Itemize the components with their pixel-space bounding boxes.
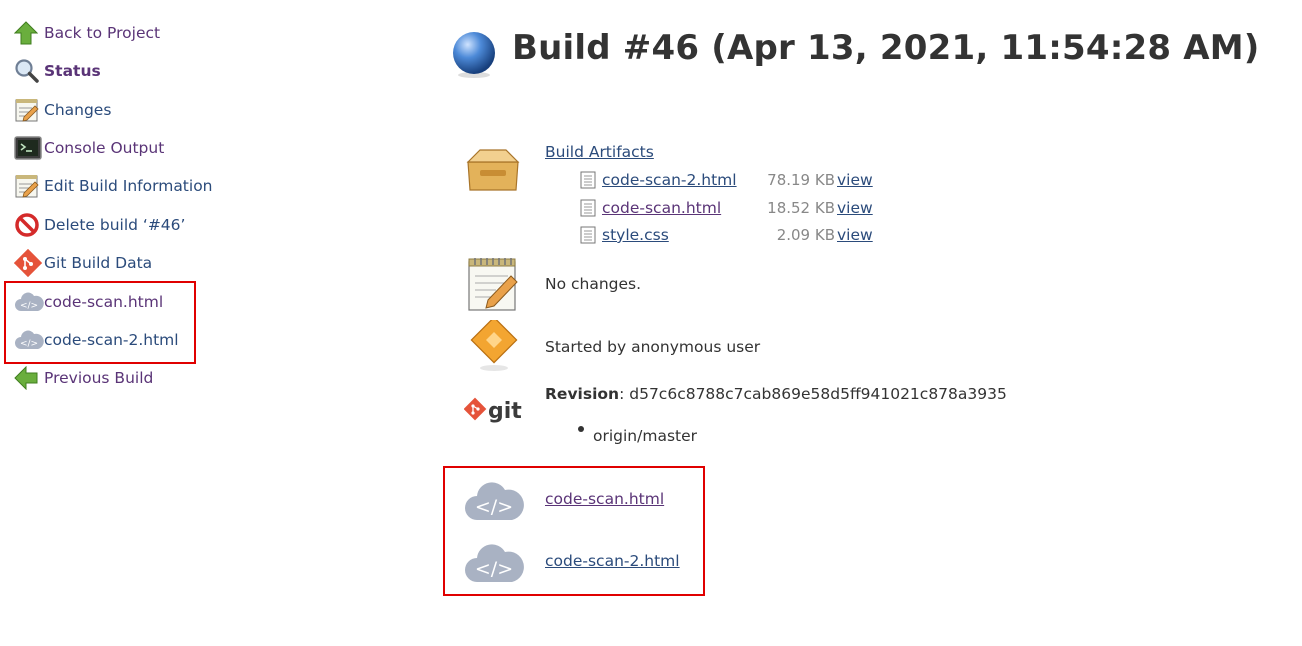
task-label[interactable]: Edit Build Information bbox=[44, 177, 213, 195]
task-console-output[interactable]: Console Output bbox=[14, 133, 164, 163]
cloud-code-icon: </> bbox=[14, 288, 44, 316]
report-code-scan-link[interactable]: code-scan.html bbox=[545, 490, 664, 508]
artifact-row: style.css 2.09 KB view bbox=[580, 223, 873, 247]
no-entry-icon bbox=[14, 211, 44, 239]
file-icon bbox=[580, 199, 596, 217]
artifact-view-link[interactable]: view bbox=[837, 199, 873, 217]
task-label[interactable]: code-scan.html bbox=[44, 293, 163, 311]
task-code-scan-2-report[interactable]: </> code-scan-2.html bbox=[14, 325, 179, 355]
task-changes[interactable]: Changes bbox=[14, 95, 111, 125]
cloud-code-icon: </> bbox=[14, 326, 44, 354]
revision-line: Revision: d57c6c8788c7cab869e58d5ff94102… bbox=[545, 385, 1007, 403]
no-changes-text: No changes. bbox=[545, 275, 642, 293]
artifact-file-link[interactable]: style.css bbox=[602, 226, 669, 244]
bullet bbox=[578, 426, 584, 432]
task-label[interactable]: Back to Project bbox=[44, 24, 160, 42]
page-title: Build #46 (Apr 13, 2021, 11:54:28 AM) bbox=[512, 28, 1260, 68]
task-label[interactable]: Status bbox=[44, 62, 101, 80]
git-logo-icon bbox=[14, 249, 44, 277]
report-code-scan-2-link[interactable]: code-scan-2.html bbox=[545, 552, 680, 570]
svg-text:</>: </> bbox=[475, 496, 513, 518]
notepad-icon bbox=[14, 172, 44, 200]
package-icon bbox=[462, 146, 524, 196]
task-delete-build[interactable]: Delete build ‘#46’ bbox=[14, 210, 185, 240]
task-code-scan-report[interactable]: </> code-scan.html bbox=[14, 287, 163, 317]
artifact-size: 78.19 KB bbox=[767, 171, 835, 189]
artifact-row: code-scan-2.html 78.19 KB view bbox=[580, 168, 873, 192]
artifact-view-link[interactable]: view bbox=[837, 171, 873, 189]
svg-text:</>: </> bbox=[20, 339, 38, 349]
git-logo-icon: git bbox=[463, 396, 526, 428]
artifact-view-link[interactable]: view bbox=[837, 226, 873, 244]
task-git-build-data[interactable]: Git Build Data bbox=[14, 248, 152, 278]
notepad-icon bbox=[14, 96, 44, 124]
artifact-size: 2.09 KB bbox=[776, 226, 835, 244]
task-previous-build[interactable]: Previous Build bbox=[14, 363, 153, 393]
build-cause-icon bbox=[466, 316, 522, 376]
branch-text: origin/master bbox=[593, 427, 698, 445]
up-arrow-icon bbox=[14, 19, 44, 47]
search-icon bbox=[14, 57, 44, 85]
task-label[interactable]: Changes bbox=[44, 101, 111, 119]
artifact-size: 18.52 KB bbox=[767, 199, 835, 217]
left-arrow-icon bbox=[14, 364, 44, 392]
svg-text:</>: </> bbox=[475, 558, 513, 580]
revision-label: Revision bbox=[545, 385, 620, 403]
artifact-file-link[interactable]: code-scan.html bbox=[602, 199, 721, 217]
cloud-code-icon: </> bbox=[463, 478, 525, 526]
task-label[interactable]: code-scan-2.html bbox=[44, 331, 179, 349]
terminal-icon bbox=[14, 134, 44, 162]
task-back-to-project[interactable]: Back to Project bbox=[14, 18, 160, 48]
task-label[interactable]: Previous Build bbox=[44, 369, 153, 387]
task-label[interactable]: Console Output bbox=[44, 139, 164, 157]
file-icon bbox=[580, 226, 596, 244]
task-status[interactable]: Status bbox=[14, 56, 101, 86]
file-icon bbox=[580, 171, 596, 189]
artifact-file-link[interactable]: code-scan-2.html bbox=[602, 171, 737, 189]
task-label[interactable]: Delete build ‘#46’ bbox=[44, 216, 185, 234]
artifact-row: code-scan.html 18.52 KB view bbox=[580, 196, 873, 220]
cloud-code-icon: </> bbox=[463, 540, 525, 588]
svg-text:</>: </> bbox=[20, 301, 38, 311]
build-status-ball-icon bbox=[450, 31, 498, 83]
notepad-icon bbox=[466, 256, 520, 316]
svg-text:git: git bbox=[488, 399, 522, 424]
task-edit-build-information[interactable]: Edit Build Information bbox=[14, 171, 213, 201]
revision-hash: : d57c6c8788c7cab869e58d5ff941021c878a39… bbox=[619, 385, 1007, 403]
build-artifacts-link[interactable]: Build Artifacts bbox=[545, 143, 654, 161]
task-label[interactable]: Git Build Data bbox=[44, 254, 152, 272]
started-by-text: Started by anonymous user bbox=[545, 338, 761, 356]
